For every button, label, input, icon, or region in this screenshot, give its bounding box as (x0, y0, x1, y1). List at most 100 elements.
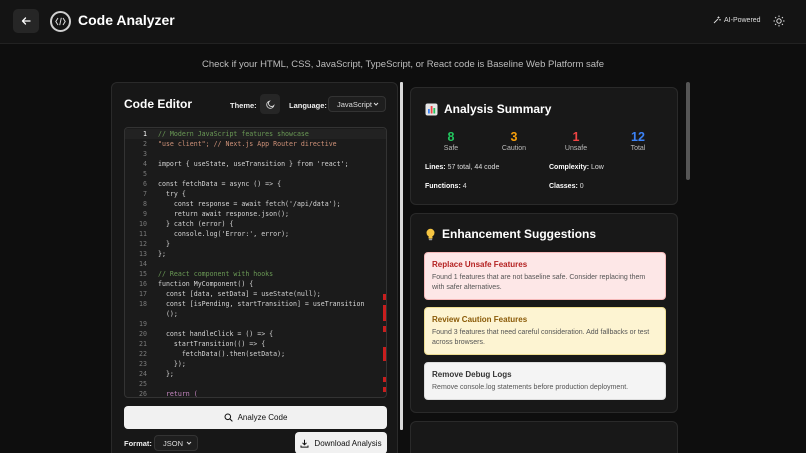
stat-unsafe-label: Unsafe (564, 145, 588, 152)
line-number: 2 (143, 140, 147, 148)
lines-info: Lines: 57 total, 44 code (425, 164, 499, 171)
code-line: 2 "use client"; // Next.js App Router dir… (125, 139, 386, 149)
bar-chart-icon (425, 103, 438, 115)
stat-safe: 8 Safe (426, 130, 476, 152)
language-label: Language: (289, 101, 327, 110)
lightbulb-icon (426, 228, 435, 240)
classes-key: Classes: (549, 183, 578, 190)
format-value: JSON (163, 438, 184, 448)
code-line: 3 (125, 149, 386, 159)
line-number: 24 (139, 370, 147, 378)
functions-value: 4 (462, 183, 467, 190)
download-analysis-button[interactable]: Download Analysis (295, 432, 387, 453)
line-number: 22 (139, 350, 147, 358)
issue-marker (383, 294, 386, 300)
code-text: }; (158, 370, 174, 378)
issue-marker (383, 305, 386, 321)
code-line: 22 fetchData().then(setData); (125, 349, 386, 359)
functions-key: Functions: (425, 183, 461, 190)
code-line: 4 import { useState, useTransition } from… (125, 159, 386, 169)
suggestion-description: Found 3 features that need careful consi… (432, 329, 650, 346)
code-line: 5 (125, 169, 386, 179)
code-logo-icon (50, 11, 71, 32)
suggestion-description: Remove console.log statements before pro… (432, 384, 629, 391)
results-scrollbar[interactable] (686, 82, 690, 180)
line-number: 10 (139, 220, 147, 228)
suggestion-card: Remove Debug Logs Remove console.log sta… (424, 362, 666, 400)
complexity-key: Complexity: (549, 164, 590, 171)
complexity-value: Low (591, 164, 604, 171)
lines-key: Lines: (425, 164, 446, 171)
next-panel-peek (410, 421, 678, 453)
code-editor-panel: Code Editor Theme: Language: JavaScript … (111, 82, 398, 453)
code-text: const response = await fetch('/api/data'… (158, 200, 341, 208)
code-textarea[interactable]: 26 return (25 24 }; 23 }); 22 fetchData().t… (124, 127, 387, 398)
line-number: 17 (139, 290, 147, 298)
code-text: "use client"; // Next.js App Router dire… (158, 140, 337, 148)
code-text: import { useState, useTransition } from … (158, 160, 349, 168)
back-button[interactable] (13, 9, 39, 33)
sun-icon (773, 15, 785, 27)
code-line: 15 // React component with hooks (125, 269, 386, 279)
theme-toggle-button[interactable] (772, 14, 786, 28)
stat-safe-label: Safe (443, 145, 459, 152)
stat-total-value: 12 (631, 130, 645, 144)
download-analysis-label: Download Analysis (314, 438, 382, 448)
suggestion-title: Remove Debug Logs (432, 370, 512, 379)
line-number: 13 (139, 250, 147, 258)
format-label: Format: (124, 439, 152, 448)
app-title: Code Analyzer (78, 12, 175, 28)
summary-title-label: Analysis Summary (444, 102, 552, 116)
suggestions-title: Enhancement Suggestions (425, 227, 596, 241)
enhancement-suggestions-panel: Enhancement Suggestions Replace Unsafe F… (410, 213, 678, 413)
code-line: 14 (125, 259, 386, 269)
code-line: 25 (125, 379, 386, 389)
issue-marker (383, 377, 386, 382)
format-select[interactable]: JSON (154, 435, 198, 451)
stat-caution-label: Caution (501, 145, 527, 152)
code-text: function MyComponent() { (158, 280, 254, 288)
line-number: 23 (139, 360, 147, 368)
code-line: 19 (125, 319, 386, 329)
line-number: 18 (139, 300, 147, 308)
stat-safe-value: 8 (447, 130, 455, 144)
line-number: 3 (143, 150, 147, 158)
line-number: 16 (139, 280, 147, 288)
stat-caution-value: 3 (510, 130, 518, 144)
code-text: // Modern JavaScript features showcase (158, 130, 309, 138)
issue-marker (383, 387, 386, 392)
panel-resize-handle[interactable] (400, 82, 403, 430)
suggestion-card: Review Caution Features Found 3 features… (424, 307, 666, 355)
line-number: 25 (139, 380, 147, 388)
analyze-code-button[interactable]: Analyze Code (124, 406, 387, 429)
code-line: 17 const [data, setData] = useState(null… (125, 289, 386, 299)
language-value: JavaScript (337, 99, 373, 109)
code-line: 20 const handleClick = () => { (125, 329, 386, 339)
suggestions-title-label: Enhancement Suggestions (442, 227, 597, 241)
line-number: 19 (139, 320, 147, 328)
issue-marker (383, 347, 386, 361)
stat-total: 12 Total (613, 130, 663, 152)
analyze-code-label: Analyze Code (237, 413, 288, 422)
line-number: 12 (139, 240, 147, 248)
line-number: 26 (139, 390, 147, 398)
code-line: (); (125, 309, 386, 319)
code-line: 16 function MyComponent() { (125, 279, 386, 289)
code-text: startTransition(() => { (158, 340, 266, 348)
editor-theme-button[interactable] (260, 94, 280, 114)
code-line: 18 const [isPending, startTransition] = … (125, 299, 386, 309)
line-number: 5 (143, 170, 147, 178)
stat-unsafe: 1 Unsafe (551, 130, 601, 152)
code-text: const fetchData = async () => { (158, 180, 282, 188)
code-text: return ( (158, 390, 198, 398)
code-line: 6 const fetchData = async () => { (125, 179, 386, 189)
line-number: 15 (139, 270, 147, 278)
language-select[interactable]: JavaScript (328, 96, 386, 112)
code-text: const [data, setData] = useState(null); (158, 290, 321, 298)
code-text: }); (158, 360, 186, 368)
code-line: 11 console.log('Error:', error); (125, 229, 386, 239)
lines-value: 57 total, 44 code (447, 164, 500, 171)
stat-caution: 3 Caution (489, 130, 539, 152)
code-text: } (158, 240, 170, 248)
stat-unsafe-value: 1 (572, 130, 580, 144)
